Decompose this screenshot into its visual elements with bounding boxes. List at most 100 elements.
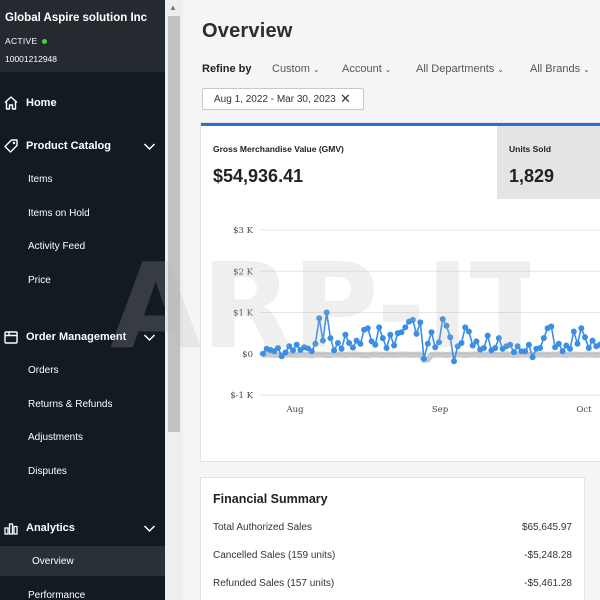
y-tick-label: $2 K xyxy=(233,267,254,277)
nav-order-management[interactable]: Order Management xyxy=(0,322,165,352)
data-point xyxy=(480,345,487,351)
data-point xyxy=(372,341,379,348)
data-point xyxy=(342,331,349,338)
financial-row-label: Cancelled Sales (159 units) xyxy=(213,550,336,561)
data-point xyxy=(559,348,566,355)
series-line-grey xyxy=(263,351,600,364)
box-icon xyxy=(4,331,18,344)
refine-label: Refine by xyxy=(202,63,252,75)
metric-tab-units-sold[interactable]: Units Sold 1,829 xyxy=(497,126,600,199)
sidebar-item-price[interactable]: Price xyxy=(0,265,165,295)
chevron-down-icon[interactable] xyxy=(143,140,156,153)
close-icon[interactable]: ✕ xyxy=(340,91,351,107)
data-point xyxy=(402,324,409,331)
financial-row-amount: -$5,461.28 xyxy=(524,578,572,589)
data-point xyxy=(387,331,394,338)
data-point xyxy=(319,337,326,344)
data-point xyxy=(428,329,435,336)
filter-custom[interactable]: Custom ⌄ xyxy=(272,63,320,75)
date-range-text: Aug 1, 2022 - Mar 30, 2023 xyxy=(214,93,336,105)
units-value: 1,829 xyxy=(509,166,555,186)
sidebar-item-performance[interactable]: Performance xyxy=(0,580,165,600)
x-tick-label: Oct xyxy=(576,405,592,415)
data-point xyxy=(346,340,353,346)
data-point xyxy=(451,358,457,365)
data-point xyxy=(417,319,424,326)
filter-label: All Departments xyxy=(416,63,495,75)
tag-icon xyxy=(4,139,18,153)
page-title: Overview xyxy=(202,20,293,42)
chevron-down-icon: ⌄ xyxy=(497,65,504,74)
data-point xyxy=(260,350,266,357)
filter-label: Account xyxy=(342,63,382,75)
sidebar: Global Aspire solution Inc ACTIVE 100012… xyxy=(0,0,165,600)
data-point xyxy=(567,345,573,352)
data-point xyxy=(540,335,547,342)
data-point xyxy=(578,325,585,332)
data-point xyxy=(327,335,334,342)
scroll-up-arrow-icon[interactable]: ▲ xyxy=(169,3,177,12)
data-point xyxy=(510,349,517,356)
data-point xyxy=(537,345,544,351)
filter-account[interactable]: Account ⌄ xyxy=(342,63,391,75)
org-header: Global Aspire solution Inc ACTIVE 100012… xyxy=(0,0,165,72)
financial-row-label: Refunded Sales (157 units) xyxy=(213,578,335,589)
chevron-down-icon: ⌄ xyxy=(384,65,392,74)
sidebar-item-items[interactable]: Items xyxy=(0,164,165,194)
data-point xyxy=(275,345,281,351)
data-point xyxy=(522,348,529,355)
nav-analytics-label: Analytics xyxy=(26,522,75,534)
sidebar-item-overview[interactable]: Overview xyxy=(0,546,165,576)
y-tick-label: $1 K xyxy=(233,309,254,319)
gmv-label: Gross Merchandise Value (GMV) xyxy=(213,144,344,154)
chevron-down-icon: ⌄ xyxy=(583,65,590,74)
data-point xyxy=(465,328,472,335)
data-point xyxy=(308,348,315,355)
data-point xyxy=(432,344,439,351)
data-point xyxy=(338,345,345,352)
nav-catalog-label: Product Catalog xyxy=(26,140,111,152)
y-tick-label: $3 K xyxy=(233,226,254,236)
data-point xyxy=(436,339,442,346)
data-point xyxy=(398,329,405,336)
metric-tab-gmv[interactable]: Gross Merchandise Value (GMV) $54,936.41 xyxy=(201,126,497,199)
data-point xyxy=(424,340,431,347)
y-tick-label: $-1 K xyxy=(230,391,253,401)
data-point xyxy=(312,340,319,347)
sidebar-item-disputes[interactable]: Disputes xyxy=(0,456,165,486)
data-point xyxy=(443,322,450,329)
x-tick-label: Aug xyxy=(285,405,304,415)
scrollbar-thumb[interactable] xyxy=(168,16,180,432)
data-point xyxy=(282,349,289,356)
org-status: ACTIVE xyxy=(5,36,159,46)
sidebar-item-activity-feed[interactable]: Activity Feed xyxy=(0,231,165,261)
data-point xyxy=(548,323,555,330)
data-point xyxy=(439,316,446,323)
data-point xyxy=(413,330,420,337)
data-point xyxy=(421,355,427,362)
nav-analytics[interactable]: Analytics xyxy=(0,513,165,543)
data-point xyxy=(376,324,383,331)
nav-home[interactable]: Home xyxy=(0,88,165,118)
filter-brands[interactable]: All Brands ⌄ xyxy=(530,63,590,75)
data-point xyxy=(507,341,514,348)
sidebar-item-orders[interactable]: Orders xyxy=(0,355,165,385)
financial-row-label: Total Authorized Sales xyxy=(213,522,312,533)
data-point xyxy=(585,345,592,351)
sidebar-item-returns-refunds[interactable]: Returns & Refunds xyxy=(0,389,165,419)
nav-product-catalog[interactable]: Product Catalog xyxy=(0,131,165,161)
filter-label: Custom xyxy=(272,63,310,75)
chevron-down-icon[interactable] xyxy=(143,522,156,535)
sidebar-item-adjustments[interactable]: Adjustments xyxy=(0,422,165,452)
financial-summary-title: Financial Summary xyxy=(213,492,328,506)
date-range-chip[interactable]: Aug 1, 2022 - Mar 30, 2023 ✕ xyxy=(202,88,364,110)
y-tick-label: $0 xyxy=(242,350,253,360)
gmv-line-chart: $3 K $2 K $1 K $0 $-1 K Aug Sep Oct xyxy=(230,226,600,415)
data-point xyxy=(555,340,562,347)
data-point xyxy=(447,334,454,341)
filter-departments[interactable]: All Departments ⌄ xyxy=(416,63,504,75)
home-icon xyxy=(4,96,18,110)
chevron-down-icon[interactable] xyxy=(143,331,156,344)
data-point xyxy=(473,338,480,345)
sidebar-item-items-on-hold[interactable]: Items on Hold xyxy=(0,198,165,228)
